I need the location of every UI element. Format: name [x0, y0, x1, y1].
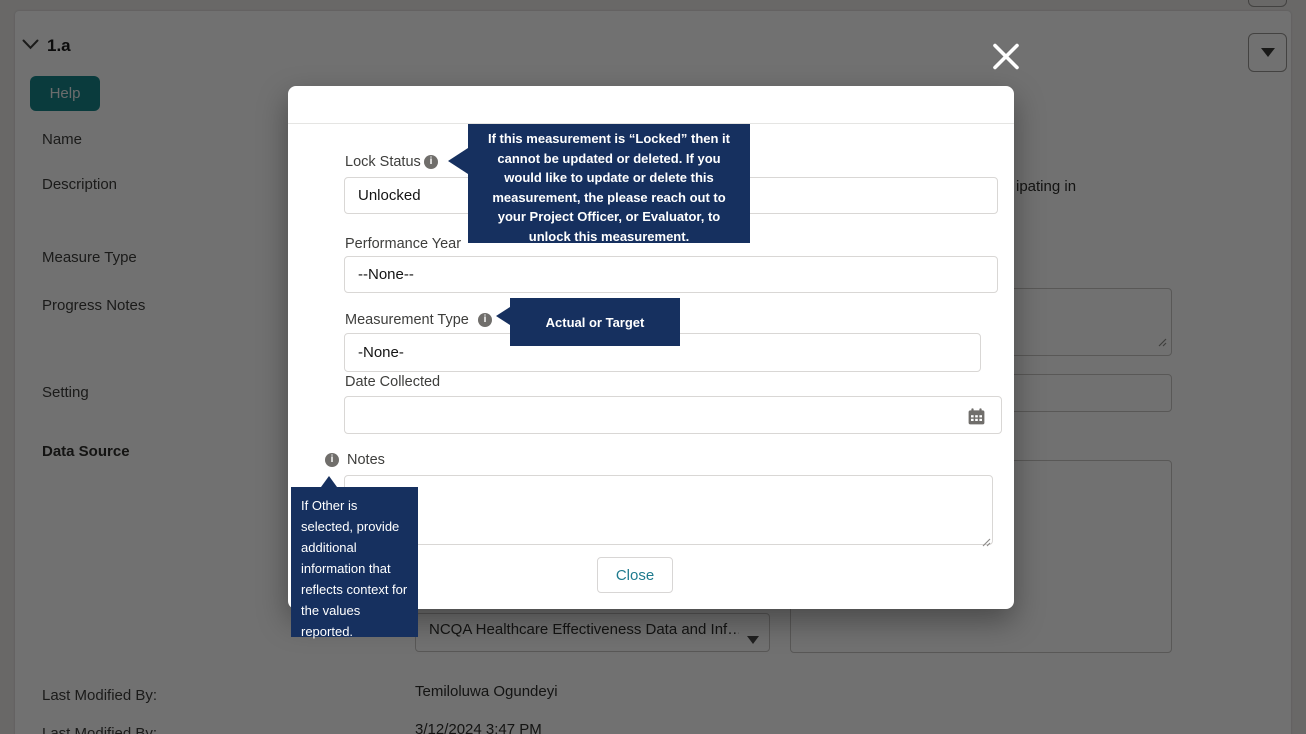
lock-status-tooltip: If this measurement is “Locked” then it … — [448, 124, 750, 244]
measurement-modal: Lock Status i If this measurement is “Lo… — [288, 86, 1014, 639]
lock-status-label: Lock Status — [345, 154, 421, 170]
notes-label: Notes — [347, 452, 385, 468]
notes-tooltip-text: If Other is selected, provide additional… — [301, 498, 408, 639]
resize-handle-icon[interactable] — [981, 534, 991, 552]
calendar-icon[interactable] — [968, 408, 985, 430]
notes-info-icon[interactable]: i — [325, 453, 339, 467]
notes-tooltip: If Other is selected, provide additional… — [291, 476, 418, 639]
modal-close-x-icon[interactable] — [991, 41, 1021, 77]
performance-year-input[interactable] — [344, 256, 998, 293]
tooltip-arrow-left — [448, 148, 468, 174]
measurement-type-tooltip-text: Actual or Target — [545, 314, 645, 330]
notes-textarea[interactable] — [344, 475, 993, 545]
measurement-type-tooltip: Actual or Target — [496, 298, 680, 346]
date-collected-input[interactable] — [344, 396, 1002, 434]
close-button[interactable]: Close — [597, 557, 673, 593]
measurement-type-label: Measurement Type — [345, 312, 469, 328]
tooltip-arrow-left — [496, 307, 510, 325]
measurement-type-info-icon[interactable]: i — [478, 313, 492, 327]
lock-status-info-icon[interactable]: i — [424, 155, 438, 169]
lock-status-tooltip-text: If this measurement is “Locked” then it … — [488, 131, 730, 244]
date-collected-label: Date Collected — [345, 374, 441, 390]
modal-header — [288, 86, 1014, 124]
performance-year-label: Performance Year — [345, 236, 462, 252]
tooltip-arrow-up — [321, 476, 337, 487]
